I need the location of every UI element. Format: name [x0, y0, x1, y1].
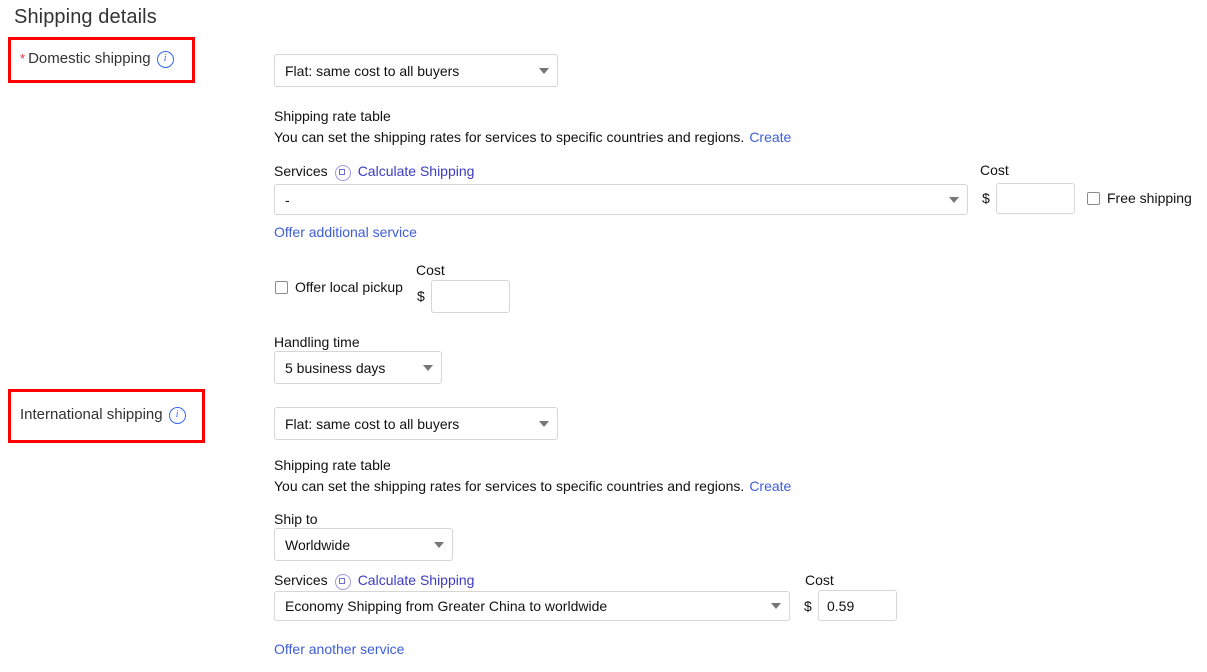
domestic-rate-table-description: You can set the shipping rates for servi… [274, 129, 744, 145]
domestic-shipping-type-value: Flat: same cost to all buyers [285, 63, 531, 79]
local-pickup-cost-input[interactable] [431, 280, 510, 313]
info-icon[interactable]: i [169, 407, 186, 424]
international-cost-currency: $ [804, 598, 812, 614]
local-pickup-cost-currency: $ [417, 288, 425, 304]
ship-to-value: Worldwide [285, 537, 426, 553]
page-title: Shipping details [14, 6, 157, 29]
domestic-cost-currency: $ [982, 190, 990, 206]
required-asterisk: * [20, 52, 25, 65]
domestic-create-rate-table-link[interactable]: Create [749, 129, 791, 145]
domestic-services-label-row: Services Calculate Shipping [274, 163, 474, 179]
chevron-down-icon [423, 365, 433, 371]
chevron-down-icon [771, 603, 781, 609]
domestic-service-value: - [285, 192, 941, 208]
international-calculate-shipping-link[interactable]: Calculate Shipping [358, 572, 475, 588]
calculator-icon[interactable] [335, 165, 351, 181]
calculator-icon[interactable] [335, 574, 351, 590]
free-shipping-row[interactable]: Free shipping [1087, 190, 1192, 206]
domestic-cost-input[interactable] [996, 183, 1075, 214]
international-service-select[interactable]: Economy Shipping from Greater China to w… [274, 591, 790, 621]
local-pickup-cost-label: Cost [416, 262, 445, 278]
offer-additional-service-link[interactable]: Offer additional service [274, 224, 417, 240]
domestic-shipping-label-text: Domestic shipping [28, 50, 151, 67]
international-shipping-label: International shipping i [20, 406, 186, 423]
international-cost-label: Cost [805, 572, 834, 588]
international-service-value: Economy Shipping from Greater China to w… [285, 598, 763, 614]
domestic-calculate-shipping-link[interactable]: Calculate Shipping [358, 163, 475, 179]
handling-time-select[interactable]: 5 business days [274, 351, 442, 384]
free-shipping-label: Free shipping [1107, 190, 1192, 206]
domestic-services-label: Services [274, 163, 328, 179]
handling-time-value: 5 business days [285, 360, 415, 376]
offer-local-pickup-row[interactable]: Offer local pickup [275, 279, 403, 295]
international-rate-table-description: You can set the shipping rates for servi… [274, 478, 744, 494]
domestic-shipping-label: *Domestic shipping i [20, 50, 174, 67]
chevron-down-icon [539, 421, 549, 427]
international-services-label: Services [274, 572, 328, 588]
international-shipping-type-select[interactable]: Flat: same cost to all buyers [274, 407, 558, 440]
international-rate-table-description-row: You can set the shipping rates for servi… [274, 478, 791, 494]
chevron-down-icon [949, 197, 959, 203]
chevron-down-icon [434, 542, 444, 548]
international-shipping-type-value: Flat: same cost to all buyers [285, 416, 531, 432]
domestic-rate-table-heading: Shipping rate table [274, 108, 391, 124]
offer-another-service-link[interactable]: Offer another service [274, 641, 404, 657]
offer-local-pickup-checkbox[interactable] [275, 281, 288, 294]
info-icon[interactable]: i [157, 51, 174, 68]
chevron-down-icon [539, 68, 549, 74]
international-rate-table-heading: Shipping rate table [274, 457, 391, 473]
ship-to-label: Ship to [274, 511, 318, 527]
international-cost-input[interactable] [818, 590, 897, 621]
free-shipping-checkbox[interactable] [1087, 192, 1100, 205]
domestic-shipping-type-select[interactable]: Flat: same cost to all buyers [274, 54, 558, 87]
domestic-service-select[interactable]: - [274, 184, 968, 215]
domestic-rate-table-description-row: You can set the shipping rates for servi… [274, 129, 791, 145]
ship-to-select[interactable]: Worldwide [274, 528, 453, 561]
handling-time-label: Handling time [274, 334, 360, 350]
offer-local-pickup-label: Offer local pickup [295, 279, 403, 295]
international-create-rate-table-link[interactable]: Create [749, 478, 791, 494]
domestic-cost-label: Cost [980, 162, 1009, 178]
international-services-label-row: Services Calculate Shipping [274, 572, 474, 588]
international-shipping-label-text: International shipping [20, 406, 163, 423]
